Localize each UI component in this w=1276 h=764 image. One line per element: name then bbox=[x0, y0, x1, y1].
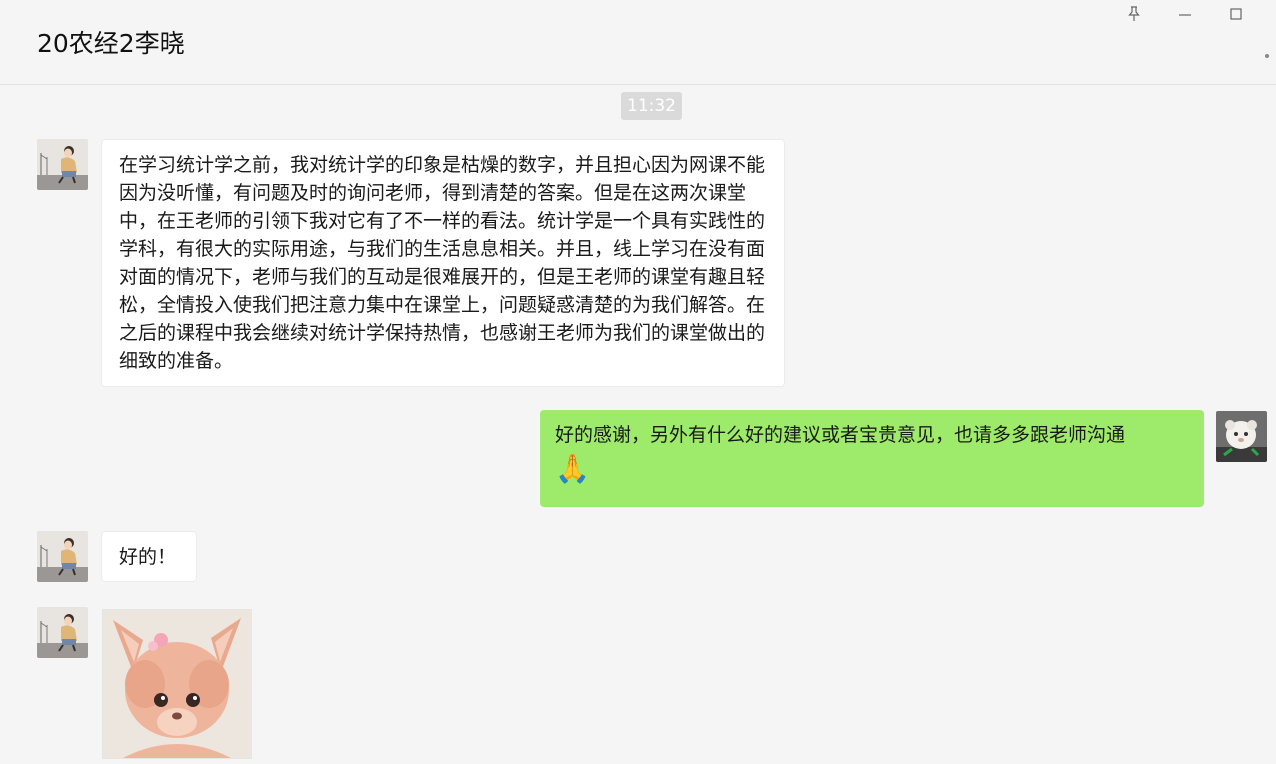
contact-avatar[interactable] bbox=[37, 531, 88, 582]
more-button[interactable] bbox=[1264, 52, 1270, 60]
sticker-message[interactable] bbox=[102, 609, 252, 759]
message-timestamp: 11:32 bbox=[621, 92, 682, 120]
self-avatar[interactable] bbox=[1216, 411, 1267, 462]
more-icon bbox=[1265, 54, 1269, 58]
contact-avatar[interactable] bbox=[37, 139, 88, 190]
incoming-message-bubble[interactable]: 好的！ bbox=[101, 531, 197, 582]
pray-emoji-icon: 🙏 bbox=[555, 452, 590, 485]
contact-avatar-icon bbox=[37, 531, 88, 582]
pin-button[interactable] bbox=[1122, 2, 1146, 26]
minimize-button[interactable] bbox=[1173, 2, 1197, 26]
message-text: 好的！ bbox=[119, 546, 177, 568]
incoming-message-bubble[interactable]: 在学习统计学之前，我对统计学的印象是枯燥的数字，并且担心因为网课不能因为没听懂，… bbox=[101, 139, 785, 387]
maximize-icon bbox=[1230, 8, 1242, 20]
contact-avatar-icon bbox=[37, 139, 88, 190]
message-text: 好的感谢，另外有什么好的建议或者宝贵意见，也请多多跟老师沟通 bbox=[555, 424, 1126, 446]
chat-header: 20农经2李晓 bbox=[0, 0, 1276, 85]
minimize-icon bbox=[1179, 14, 1191, 16]
message-text: 在学习统计学之前，我对统计学的印象是枯燥的数字，并且担心因为网课不能因为没听懂，… bbox=[119, 154, 766, 372]
self-avatar-icon bbox=[1216, 411, 1267, 462]
plush-sticker-icon bbox=[103, 610, 251, 758]
contact-avatar[interactable] bbox=[37, 607, 88, 658]
maximize-button[interactable] bbox=[1224, 2, 1248, 26]
contact-avatar-icon bbox=[37, 607, 88, 658]
outgoing-message-bubble[interactable]: 好的感谢，另外有什么好的建议或者宝贵意见，也请多多跟老师沟通 🙏 bbox=[540, 410, 1204, 507]
chat-title: 20农经2李晓 bbox=[37, 29, 185, 58]
pin-icon bbox=[1128, 6, 1140, 21]
